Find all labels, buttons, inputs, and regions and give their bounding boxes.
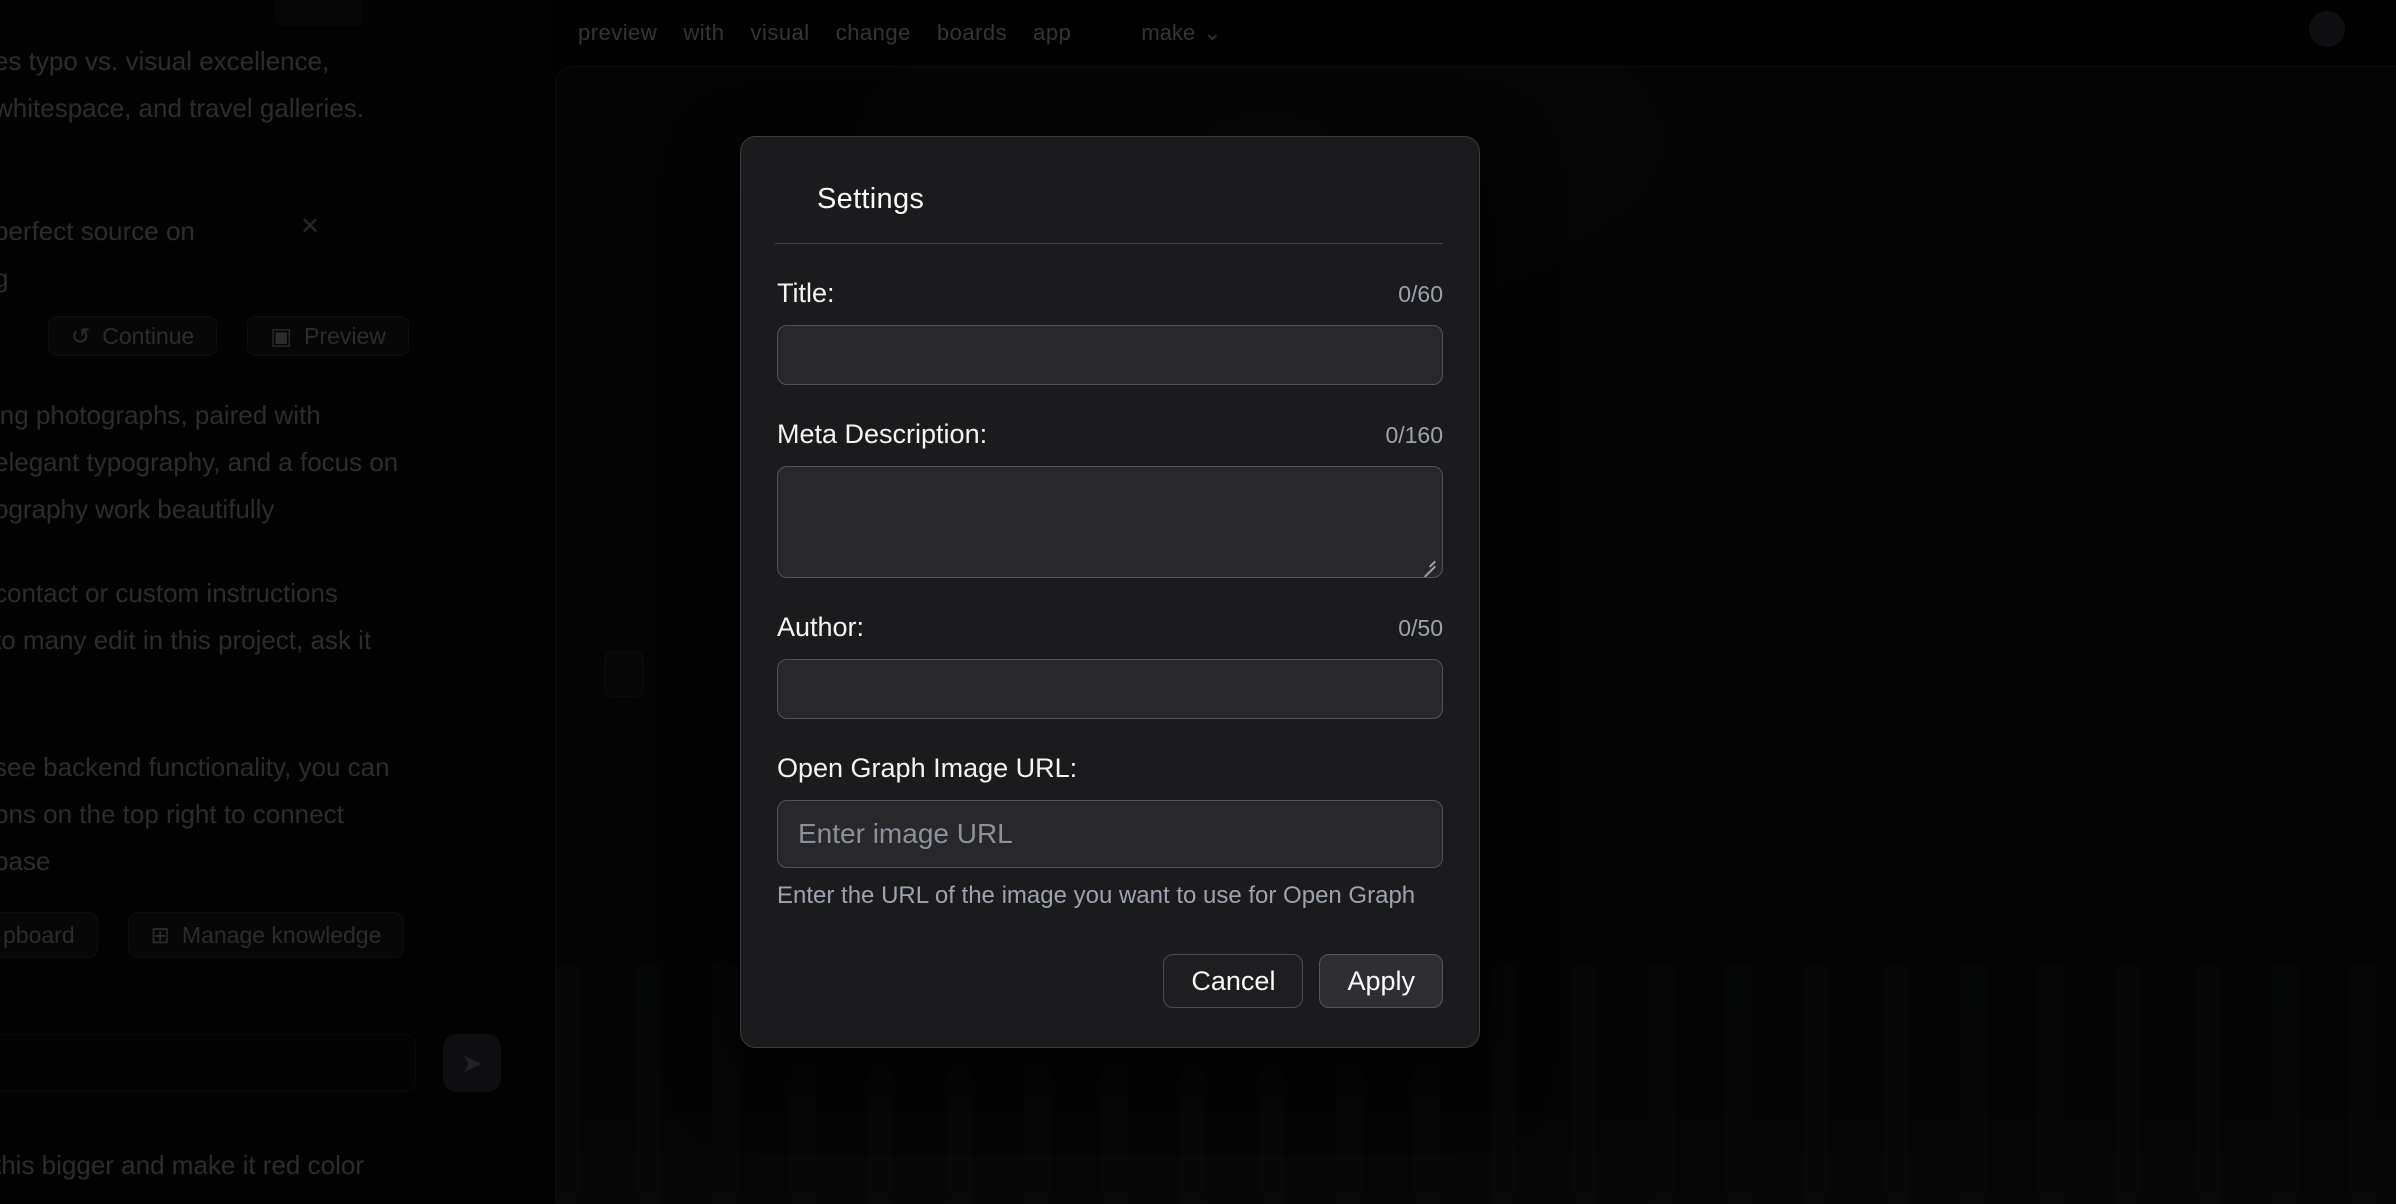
- field-group-author: Author: 0/50: [777, 612, 1443, 719]
- meta-description-counter: 0/160: [1385, 422, 1443, 449]
- title-input[interactable]: [777, 325, 1443, 385]
- dialog-title: Settings: [741, 137, 1479, 217]
- og-image-url-input[interactable]: [777, 800, 1443, 868]
- og-image-url-label: Open Graph Image URL:: [777, 753, 1077, 784]
- apply-button[interactable]: Apply: [1319, 954, 1443, 1008]
- field-group-meta-description: Meta Description: 0/160: [777, 419, 1443, 578]
- settings-dialog: Settings Title: 0/60 Meta Description: 0…: [740, 136, 1480, 1048]
- author-label: Author:: [777, 612, 864, 643]
- dialog-footer: Cancel Apply: [777, 954, 1443, 1008]
- title-counter: 0/60: [1398, 281, 1443, 308]
- meta-description-label: Meta Description:: [777, 419, 987, 450]
- textarea-resize-handle[interactable]: [1420, 553, 1436, 569]
- cancel-button[interactable]: Cancel: [1163, 954, 1303, 1008]
- title-label: Title:: [777, 278, 835, 309]
- field-group-og-image: Open Graph Image URL: Enter the URL of t…: [777, 753, 1443, 910]
- divider: [775, 243, 1443, 244]
- meta-description-textarea[interactable]: [777, 466, 1443, 578]
- author-counter: 0/50: [1398, 615, 1443, 642]
- og-image-helper-text: Enter the URL of the image you want to u…: [777, 882, 1443, 910]
- field-group-title: Title: 0/60: [777, 278, 1443, 385]
- author-input[interactable]: [777, 659, 1443, 719]
